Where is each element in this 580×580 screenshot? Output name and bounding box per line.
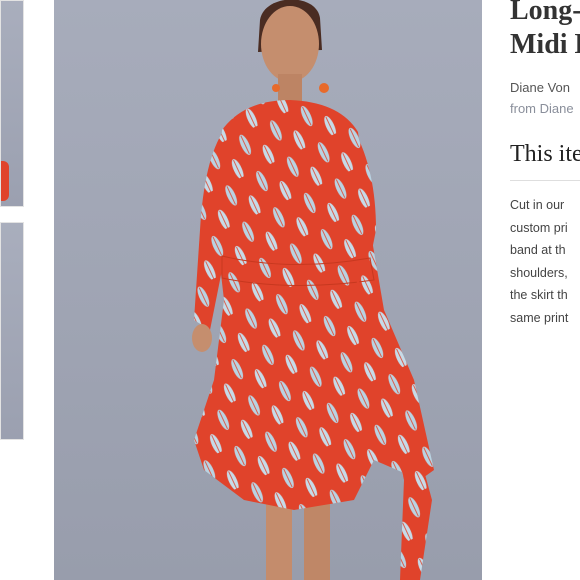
section-divider <box>510 180 580 181</box>
model-photo <box>192 0 434 580</box>
main-product-image <box>54 0 482 580</box>
description-line: custom pri <box>510 220 568 235</box>
thumbnail-dress-detail <box>1 161 9 201</box>
description-line: shoulders, <box>510 265 568 280</box>
product-description: Cut in our custom pri band at th shoulde… <box>510 194 568 329</box>
section-heading: This ite <box>510 141 580 167</box>
head <box>261 6 319 82</box>
right-sleeve <box>354 130 376 260</box>
thumbnail-column <box>0 0 26 580</box>
thumbnail-1[interactable] <box>0 0 24 207</box>
neck <box>278 74 302 102</box>
product-title-line1: Long- <box>510 0 580 26</box>
description-line: band at th <box>510 243 566 257</box>
thumbnail-2[interactable] <box>0 222 24 440</box>
brand-from-link[interactable]: from Diane <box>510 101 574 116</box>
brand-name[interactable]: Diane Von <box>510 80 570 95</box>
description-line: same print <box>510 310 569 325</box>
description-line: the skirt th <box>510 288 568 302</box>
product-title: Long- Midi D <box>510 0 580 62</box>
description-line: Cut in our <box>510 198 565 212</box>
product-title-line2: Midi D <box>510 29 580 60</box>
